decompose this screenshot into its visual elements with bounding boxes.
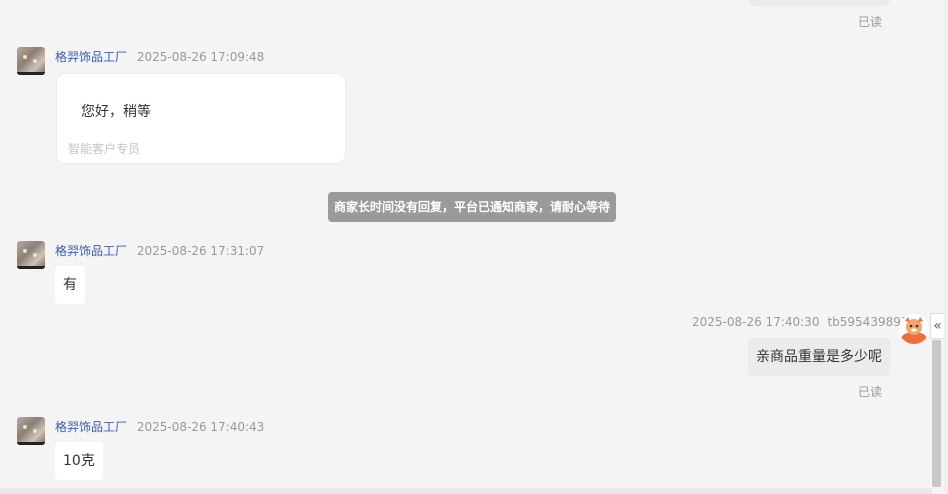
- shop-avatar[interactable]: [17, 47, 45, 75]
- collapse-panel-button[interactable]: «: [930, 313, 944, 339]
- message-header: 格羿饰品工厂 2025-08-26 17:31:07: [55, 242, 264, 259]
- system-notice: 商家长时间没有回复，平台已通知商家，请耐心等待: [328, 192, 616, 222]
- message-text: 10克: [63, 453, 95, 469]
- my-message-bubble: 亲商品重量是多少呢: [748, 338, 890, 376]
- message-header: 2025-08-26 17:40:30 tb5954398910: [692, 315, 916, 329]
- message-header: 格羿饰品工厂 2025-08-26 17:40:43: [55, 418, 264, 435]
- message-time: 2025-08-26 17:31:07: [136, 244, 265, 258]
- double-chevron-left-icon: «: [933, 318, 942, 334]
- previous-message-bubble: [748, 0, 890, 6]
- shop-avatar[interactable]: [17, 241, 45, 269]
- message-header: 格羿饰品工厂 2025-08-26 17:09:48: [55, 48, 264, 65]
- read-status: 已读: [858, 385, 883, 399]
- scrollbar-track[interactable]: [944, 0, 948, 494]
- message-time: 2025-08-26 17:09:48: [136, 50, 265, 64]
- message-bubble: 有: [55, 266, 85, 304]
- shop-name[interactable]: 格羿饰品工厂: [55, 420, 127, 434]
- shop-avatar[interactable]: [17, 417, 45, 445]
- input-area-edge: [0, 488, 932, 494]
- message-text: 亲商品重量是多少呢: [756, 349, 882, 365]
- read-status: 已读: [858, 15, 883, 29]
- cartoon-avatar-icon: [901, 317, 927, 344]
- message-text: 您好，稍等: [81, 104, 151, 120]
- message-signature: 智能客户专员: [68, 142, 141, 156]
- message-time: 2025-08-26 17:40:43: [136, 420, 265, 434]
- message-bubble: 10克: [55, 442, 103, 480]
- user-avatar[interactable]: [899, 314, 929, 344]
- message-text: 有: [63, 277, 77, 293]
- shop-name[interactable]: 格羿饰品工厂: [55, 244, 127, 258]
- message-time: 2025-08-26 17:40:30: [692, 315, 820, 329]
- scrollbar-thumb[interactable]: [932, 340, 941, 487]
- message-card: 您好，稍等 智能客户专员: [56, 73, 346, 164]
- chat-window: 已读 格羿饰品工厂 2025-08-26 17:09:48 您好，稍等 智能客户…: [0, 0, 944, 494]
- shop-name[interactable]: 格羿饰品工厂: [55, 50, 127, 64]
